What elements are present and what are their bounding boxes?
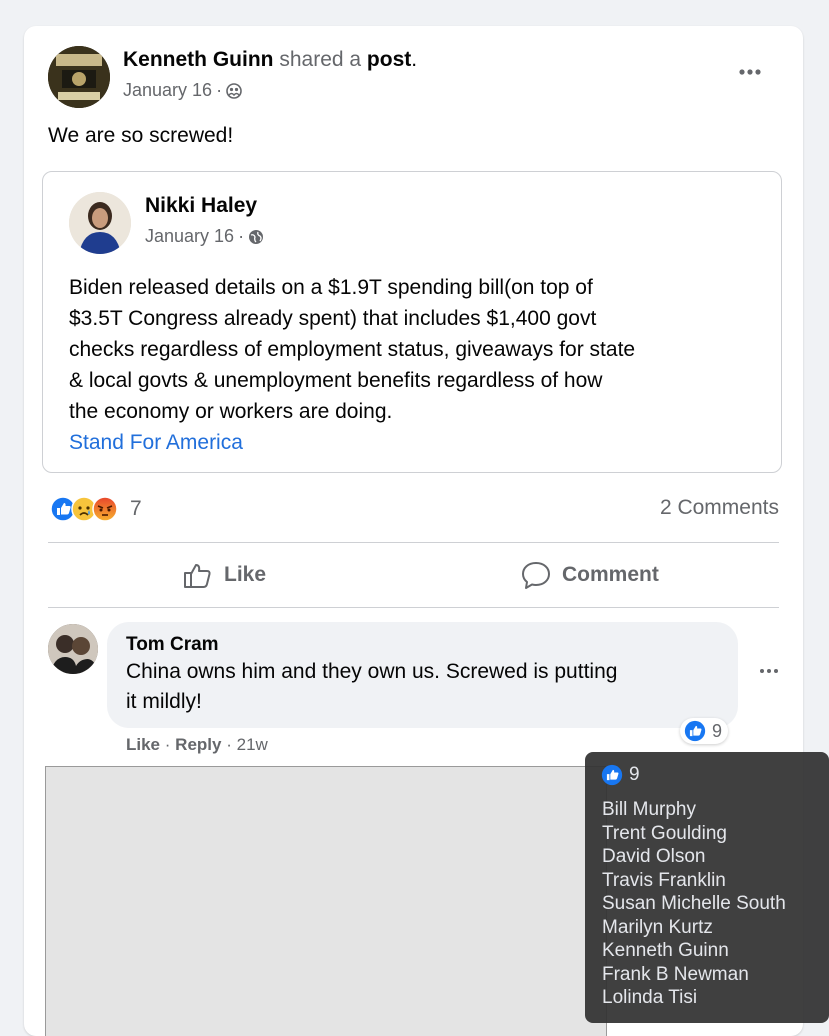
divider <box>48 607 779 608</box>
comments-count[interactable]: 2 Comments <box>660 496 779 520</box>
reactor-name: Kenneth Guinn <box>602 940 729 961</box>
post-link[interactable]: post <box>367 48 411 71</box>
commenter-name[interactable]: Tom Cram <box>126 634 219 656</box>
more-options-icon[interactable] <box>758 664 780 678</box>
angry-reaction-icon <box>92 496 118 522</box>
comment-age[interactable]: 21w <box>237 735 268 754</box>
shared-author-name[interactable]: Nikki Haley <box>145 194 257 218</box>
page: { "post": { "author": "Kenneth Guinn", "… <box>0 0 829 1036</box>
divider <box>48 542 779 543</box>
author-avatar[interactable] <box>48 46 110 108</box>
shared-separator: · <box>238 226 245 246</box>
comment-overlay-placeholder <box>45 766 607 1036</box>
post-meta: January 16 · <box>123 80 242 101</box>
reactor-name: Marilyn Kurtz <box>602 916 713 938</box>
comment-sep: · <box>226 735 232 754</box>
shared-line: the economy or workers are doing. <box>69 400 393 423</box>
post-date[interactable]: January 16 <box>123 80 212 101</box>
reactor-name: Lolinda Tisi <box>602 987 698 1008</box>
action-end: . <box>411 48 418 71</box>
shared-source-link[interactable]: Stand For America <box>69 427 635 458</box>
like-reaction-icon <box>601 764 623 786</box>
commenter-avatar[interactable] <box>48 624 98 674</box>
post-header: Kenneth Guinn shared a post. <box>123 48 417 72</box>
meta-separator: · <box>216 80 223 100</box>
thumbs-up-icon <box>184 564 211 588</box>
more-options-icon[interactable] <box>736 62 766 82</box>
comment-button[interactable]: Comment <box>520 552 659 598</box>
reactions-tooltip: 9 Bill Murphy Trent Goulding David Olson… <box>585 752 829 1023</box>
reactor-name: Travis Franklin <box>602 869 726 891</box>
shared-line: checks regardless of employment status, … <box>69 338 636 361</box>
friends-privacy-icon[interactable] <box>226 82 242 99</box>
shared-author-avatar[interactable] <box>69 192 131 254</box>
tooltip-header: 9 <box>601 764 640 786</box>
shared-meta: January 16 · <box>145 226 264 247</box>
comment-text: China owns him and they own us. Screwed … <box>126 657 617 717</box>
comment-line: China owns him and they own us. Screwed … <box>126 660 618 683</box>
comment-icon <box>522 562 550 589</box>
like-button[interactable]: Like <box>182 552 266 598</box>
action-text: shared a <box>279 48 362 71</box>
reactor-name: Trent Goulding <box>602 822 727 844</box>
comment-actions: Like · Reply · 21w <box>126 735 268 755</box>
comment-reaction-count: 9 <box>712 720 723 741</box>
globe-icon[interactable] <box>248 229 264 245</box>
like-label: Like <box>224 563 267 586</box>
tooltip-names: Bill Murphy Trent Goulding David Olson T… <box>602 798 786 1010</box>
comment-like-link[interactable]: Like <box>126 735 160 754</box>
shared-line: Biden released details on a $1.9T spendi… <box>69 276 593 299</box>
reaction-count: 7 <box>130 497 142 520</box>
like-reaction-icon <box>684 720 706 742</box>
comment-reply-link[interactable]: Reply <box>175 735 221 754</box>
comment-bubble: Tom Cram China owns him and they own us.… <box>107 622 738 728</box>
comment-sep: · <box>164 735 171 754</box>
shared-body: Biden released details on a $1.9T spendi… <box>69 272 635 458</box>
reactor-name: David Olson <box>602 846 706 867</box>
comment-reactions[interactable]: 9 <box>680 718 729 744</box>
shared-line: & local govts & unemployment benefits re… <box>69 369 603 392</box>
shared-line: $3.5T Congress already spent) that inclu… <box>69 307 597 330</box>
shared-date[interactable]: January 16 <box>145 226 234 247</box>
author-name[interactable]: Kenneth Guinn <box>123 48 274 71</box>
reaction-summary[interactable]: 7 <box>50 496 142 522</box>
comment-line: it mildly! <box>126 690 202 713</box>
comment-label: Comment <box>562 563 659 586</box>
reactor-name: Frank B Newman <box>602 963 749 985</box>
post-text: We are so screwed! <box>48 124 234 147</box>
reactor-name: Bill Murphy <box>602 799 696 820</box>
shared-post[interactable]: Nikki Haley January 16 · Biden released … <box>42 171 782 473</box>
reactor-name: Susan Michelle South <box>602 893 786 914</box>
tooltip-count: 9 <box>629 764 640 785</box>
